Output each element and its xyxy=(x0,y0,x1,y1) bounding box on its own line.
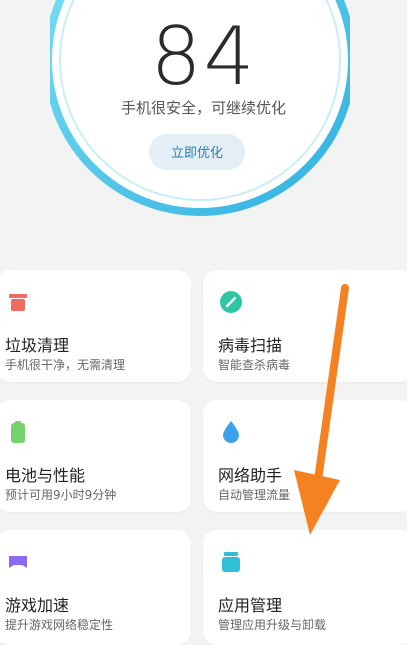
card-subtitle: 管理应用升级与卸载 xyxy=(218,618,327,632)
card-subtitle: 手机很干净，无需清理 xyxy=(5,358,126,372)
virus-scan-icon xyxy=(220,291,242,313)
card-app-management[interactable]: 应用管理 管理应用升级与卸载 xyxy=(203,530,407,645)
card-subtitle: 智能查杀病毒 xyxy=(218,358,291,372)
card-virus-scan[interactable]: 病毒扫描 智能查杀病毒 xyxy=(203,270,407,382)
card-battery-performance[interactable]: 电池与性能 预计可用9小时9分钟 xyxy=(0,400,191,512)
battery-icon xyxy=(11,421,25,443)
card-title: 游戏加速 xyxy=(5,596,70,615)
status-text: 手机很安全，可继续优化 xyxy=(120,99,286,117)
optimize-button[interactable]: 立即优化 xyxy=(149,134,245,170)
gamepad-icon xyxy=(9,556,27,568)
app-box-icon xyxy=(222,552,240,572)
card-title: 电池与性能 xyxy=(5,466,86,485)
card-title: 网络助手 xyxy=(218,466,283,485)
water-drop-icon xyxy=(223,421,239,443)
card-title: 应用管理 xyxy=(218,596,283,615)
trash-icon xyxy=(9,294,27,311)
card-network-assistant[interactable]: 网络助手 自动管理流量 xyxy=(203,400,407,512)
card-title: 垃圾清理 xyxy=(5,336,70,355)
card-subtitle: 自动管理流量 xyxy=(218,488,291,502)
card-game-boost[interactable]: 游戏加速 提升游戏网络稳定性 xyxy=(0,530,191,645)
card-junk-cleanup[interactable]: 垃圾清理 手机很干净，无需清理 xyxy=(0,270,191,382)
card-subtitle: 提升游戏网络稳定性 xyxy=(5,618,114,632)
security-score: 84 xyxy=(150,10,257,103)
card-title: 病毒扫描 xyxy=(218,336,283,355)
card-subtitle: 预计可用9小时9分钟 xyxy=(5,488,117,502)
